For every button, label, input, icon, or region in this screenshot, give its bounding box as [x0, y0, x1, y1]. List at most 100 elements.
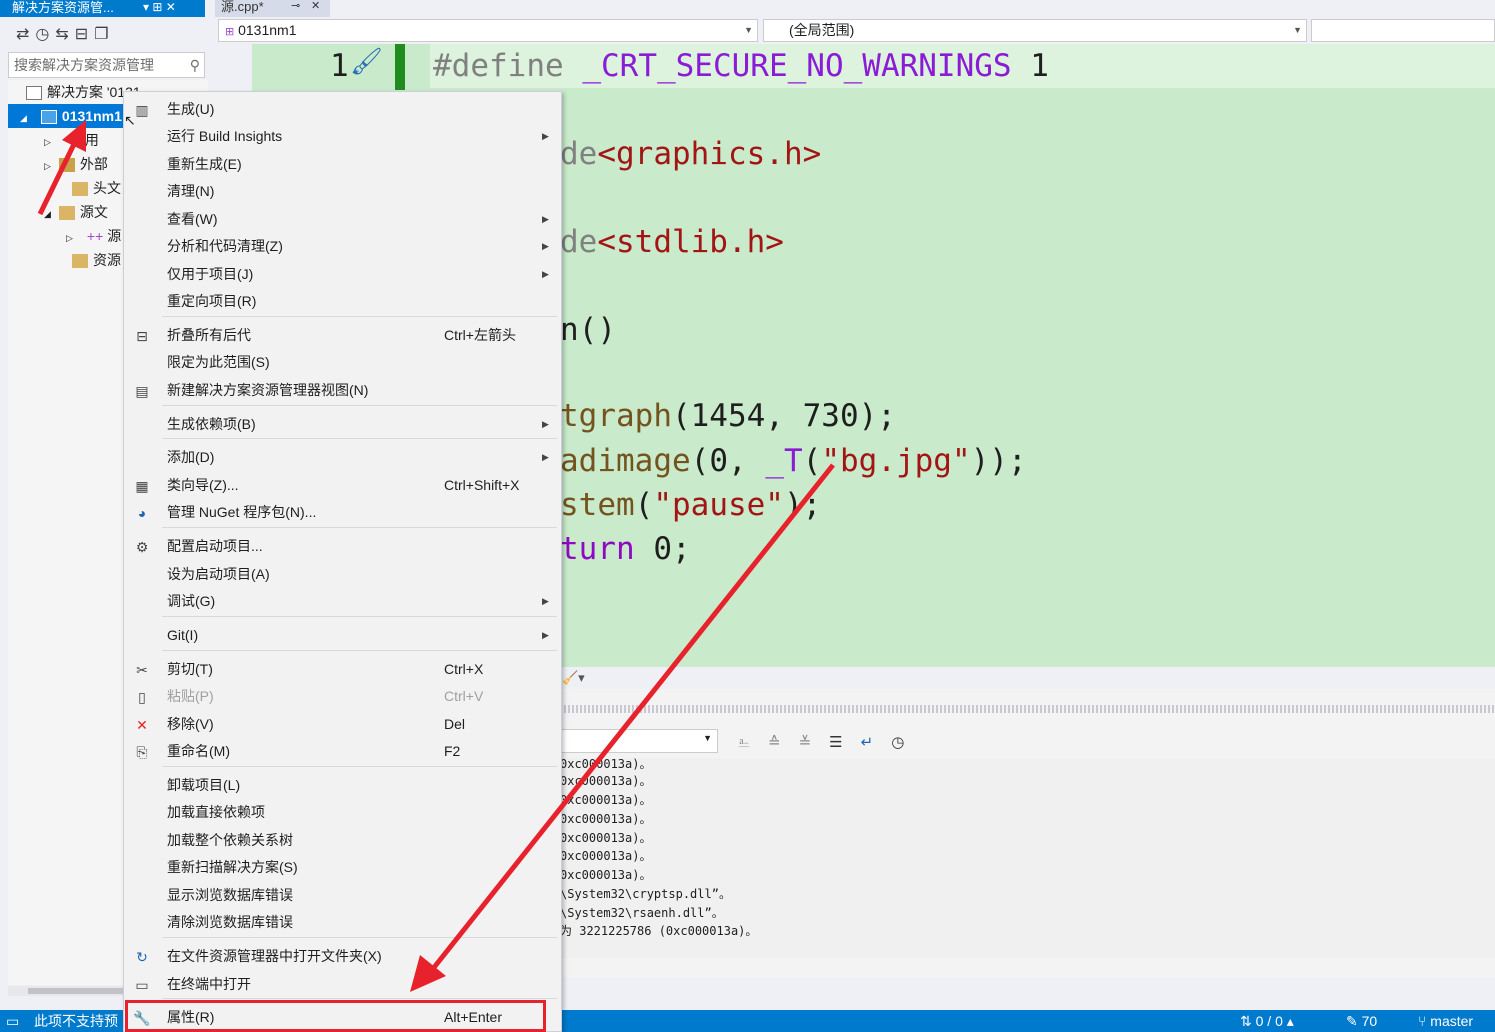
tree-item-resources[interactable]: 资源 — [72, 248, 121, 272]
tree-item-source-file[interactable]: ▷ ++ 源 — [66, 224, 121, 248]
menu-item[interactable]: 运行 Build Insights ▶ — [124, 123, 561, 150]
menu-item[interactable]: ◕ 管理 NuGet 程序包(N)... — [124, 499, 561, 526]
pin-icon[interactable]: ⊸ — [291, 0, 300, 13]
scrollbar-thumb[interactable] — [28, 988, 128, 994]
menu-item-label: 调试(G) — [167, 593, 216, 609]
menu-item[interactable]: Git(I) ▶ — [124, 622, 561, 649]
tree-item-headers[interactable]: 头文 — [72, 176, 121, 200]
tree-item-references[interactable]: ▷ 引用 — [44, 128, 99, 152]
collapse-arrow-icon[interactable]: ▷ — [44, 137, 51, 147]
menu-item[interactable]: ⚙ 配置启动项目... — [124, 533, 561, 560]
branch-icon: ⑂ — [1418, 1013, 1431, 1029]
menu-item-label: 在文件资源管理器中打开文件夹(X) — [167, 948, 382, 964]
menu-item[interactable]: 设为启动项目(A) — [124, 561, 561, 588]
code-token: ); — [783, 487, 822, 523]
menu-item[interactable]: 分析和代码清理(Z) ▶ — [124, 233, 561, 260]
menu-item[interactable]: 限定为此范围(S) — [124, 349, 561, 376]
clear-all-icon[interactable]: ☰ — [829, 734, 860, 751]
menu-item[interactable]: ▥ 生成(U) — [124, 96, 561, 123]
scope-dropdown[interactable]: (全局范围) ▼ — [763, 19, 1307, 42]
menu-item-label: 限定为此范围(S) — [167, 354, 270, 370]
chevron-up-icon: ▴ — [1286, 1013, 1294, 1029]
tab-source-cpp[interactable]: 源.cpp* ⊸ ✕ — [215, 0, 330, 17]
expand-arrow-icon[interactable]: ◢ — [44, 209, 51, 219]
menu-item-label: 仅用于项目(J) — [167, 266, 254, 282]
menu-item[interactable]: 仅用于项目(J) ▶ — [124, 261, 561, 288]
switch-views-icon[interactable]: ⇄ — [16, 24, 29, 44]
menu-item[interactable]: 卸载项目(L) — [124, 772, 561, 799]
tree-item-label: 资源 — [93, 252, 121, 268]
word-wrap-icon[interactable]: ↵ — [861, 734, 892, 751]
tree-item-external[interactable]: ▷ 外部 — [44, 152, 108, 176]
submenu-arrow-icon: ▶ — [542, 214, 549, 224]
panel-grip[interactable] — [560, 705, 1495, 713]
menu-item[interactable]: ✕ 移除(V) Del — [124, 711, 561, 738]
menu-item-label: 生成(U) — [167, 101, 215, 117]
menu-item[interactable]: 显示浏览数据库错误 — [124, 882, 561, 909]
project-dropdown[interactable]: ⊞ 0131nm1 ▼ — [218, 19, 758, 42]
code-token: #define — [433, 48, 564, 84]
expand-arrow-icon[interactable]: ◢ — [20, 113, 27, 123]
code-token: )); — [970, 443, 1027, 479]
menu-item[interactable]: ▦ 类向导(Z)... Ctrl+Shift+X — [124, 472, 561, 499]
goto-icon[interactable]: ⎁ — [738, 734, 768, 751]
history-icon[interactable]: ◷ — [35, 24, 49, 44]
menu-item[interactable]: 重新生成(E) — [124, 151, 561, 178]
quick-actions-icon[interactable]: 🖌 — [350, 46, 383, 78]
chevron-down-icon[interactable]: ▼ — [744, 20, 753, 41]
menu-item[interactable]: 加载整个依赖关系树 — [124, 827, 561, 854]
menu-item-label: 卸载项目(L) — [167, 777, 241, 793]
menu-item[interactable]: 清理(N) — [124, 178, 561, 205]
menu-item[interactable]: ▭ 在终端中打开 — [124, 971, 561, 998]
menu-item-shortcut: F2 — [444, 743, 461, 759]
search-icon[interactable]: ⚲ — [190, 53, 200, 77]
menu-item[interactable]: ✂ 剪切(T) Ctrl+X — [124, 656, 561, 683]
menu-item[interactable]: 重新扫描解决方案(S) — [124, 854, 561, 881]
pending-edits-button[interactable]: ✎ 70 — [1346, 1010, 1377, 1032]
tree-item-sources[interactable]: ◢ 源文 — [44, 200, 108, 224]
tree-item-label: 源文 — [79, 204, 108, 220]
code-token: "pause" — [653, 487, 784, 523]
solution-explorer-title: 解决方案资源管... ▾ ⊞ ✕ — [0, 0, 205, 17]
menu-item[interactable]: 清除浏览数据库错误 — [124, 909, 561, 936]
annotation-highlight-box — [125, 1000, 546, 1032]
menu-item[interactable]: 重定向项目(R) — [124, 288, 561, 315]
git-changes-button[interactable]: ⇅ 0 / 0 ▴ — [1240, 1010, 1294, 1032]
sync-icon[interactable]: ⇆ — [55, 24, 68, 44]
solution-search-input[interactable]: 搜索解决方案资源管理 ⚲ — [8, 52, 205, 78]
menu-item[interactable]: 生成依赖项(B) ▶ — [124, 411, 561, 438]
copy-icon[interactable]: ❐ — [94, 24, 108, 44]
menu-item[interactable]: ▯ 粘贴(P) Ctrl+V — [124, 683, 561, 710]
menu-item[interactable]: ▤ 新建解决方案资源管理器视图(N) — [124, 377, 561, 404]
next-message-icon[interactable]: ≚ — [799, 734, 830, 751]
collapse-all-icon[interactable]: ⊟ — [75, 24, 88, 44]
menu-item-shortcut: Ctrl+左箭头 — [444, 327, 516, 343]
output-text: 0xc000013a)。 0xc000013a)。 0xc000013a)。 0… — [560, 757, 1495, 958]
branch-name: master — [1430, 1013, 1474, 1029]
rename-icon: ⎘ — [136, 744, 148, 760]
panel-controls[interactable]: ▾ ⊞ ✕ — [143, 0, 176, 15]
menu-item[interactable]: ⎘ 重命名(M) F2 — [124, 738, 561, 765]
menu-item-shortcut: Ctrl+X — [444, 661, 484, 677]
chevron-down-icon[interactable]: ▼ — [703, 733, 712, 743]
menu-item[interactable]: 调试(G) ▶ — [124, 588, 561, 615]
collapse-arrow-icon[interactable]: ▷ — [44, 161, 51, 171]
menu-item-label: 生成依赖项(B) — [167, 416, 256, 432]
output-source-dropdown[interactable]: ▼ — [560, 729, 718, 753]
prev-message-icon[interactable]: ≙ — [768, 734, 799, 751]
menu-item[interactable]: 加载直接依赖项 — [124, 799, 561, 826]
menu-item[interactable]: 添加(D) ▶ — [124, 444, 561, 471]
member-dropdown[interactable] — [1311, 19, 1495, 42]
output-toolbar: ⎁≙≚☰↵◷ — [738, 733, 922, 751]
code-line-7: stem("pause"); — [560, 487, 821, 523]
chevron-down-icon[interactable]: ▼ — [1293, 20, 1302, 41]
menu-item[interactable]: ↻ 在文件资源管理器中打开文件夹(X) — [124, 943, 561, 970]
menu-item[interactable]: ⊟ 折叠所有后代 Ctrl+左箭头 — [124, 322, 561, 349]
menu-item[interactable]: 查看(W) ▶ — [124, 206, 561, 233]
branch-button[interactable]: ⑂ master — [1418, 1010, 1473, 1032]
close-icon[interactable]: ✕ — [311, 0, 320, 13]
collapse-arrow-icon[interactable]: ▷ — [66, 233, 73, 243]
code-cleanup-icon[interactable]: 🧹▾ — [562, 670, 585, 685]
clock-icon[interactable]: ◷ — [891, 734, 922, 751]
menu-item-label: 粘贴(P) — [167, 688, 214, 704]
